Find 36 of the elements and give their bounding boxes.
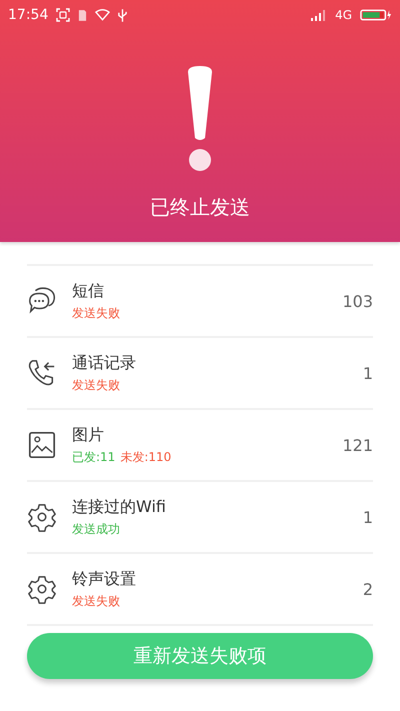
wifi-icon bbox=[95, 9, 110, 21]
item-count: 1 bbox=[362, 364, 373, 382]
screenshot-icon bbox=[56, 8, 70, 22]
item-name: 短信 bbox=[72, 280, 105, 302]
settings-icon bbox=[27, 574, 57, 604]
item-count: 2 bbox=[362, 580, 373, 598]
send-status: 未发:110 bbox=[120, 448, 172, 466]
send-status: 发送失败 bbox=[72, 304, 120, 322]
usb-icon bbox=[118, 8, 128, 22]
image-icon bbox=[27, 430, 57, 460]
list-item[interactable]: 通话记录 发送失败 1 bbox=[27, 338, 373, 410]
list-item[interactable]: 铃声设置 发送失败 2 bbox=[27, 554, 373, 626]
settings-icon bbox=[27, 502, 57, 532]
sim-card-icon bbox=[78, 8, 88, 22]
signal-icon bbox=[311, 9, 328, 21]
network-type: 4G bbox=[335, 8, 352, 22]
send-status: 已发:11 bbox=[72, 448, 116, 466]
item-name: 通话记录 bbox=[72, 352, 137, 374]
list-item[interactable]: 短信 发送失败 103 bbox=[27, 266, 373, 338]
status-time: 17:54 bbox=[8, 7, 48, 23]
item-name: 图片 bbox=[72, 424, 105, 446]
item-count: 103 bbox=[342, 292, 373, 310]
item-count: 1 bbox=[362, 508, 373, 526]
list-item[interactable]: 连接过的Wifi 发送成功 1 bbox=[27, 482, 373, 554]
exclamation-icon bbox=[185, 66, 215, 172]
item-name: 铃声设置 bbox=[72, 568, 137, 590]
phone-call-icon bbox=[27, 358, 57, 388]
item-name: 连接过的Wifi bbox=[72, 496, 167, 518]
send-status: 发送成功 bbox=[72, 520, 120, 538]
send-status: 发送失败 bbox=[72, 592, 120, 610]
item-count: 121 bbox=[342, 436, 373, 454]
send-status: 发送失败 bbox=[72, 376, 120, 394]
list-item[interactable]: 图片 已发:11 未发:110 121 bbox=[27, 410, 373, 482]
battery-charging-icon bbox=[360, 9, 392, 21]
chat-bubble-icon bbox=[27, 286, 57, 316]
header-title: 已终止发送 bbox=[150, 194, 250, 221]
